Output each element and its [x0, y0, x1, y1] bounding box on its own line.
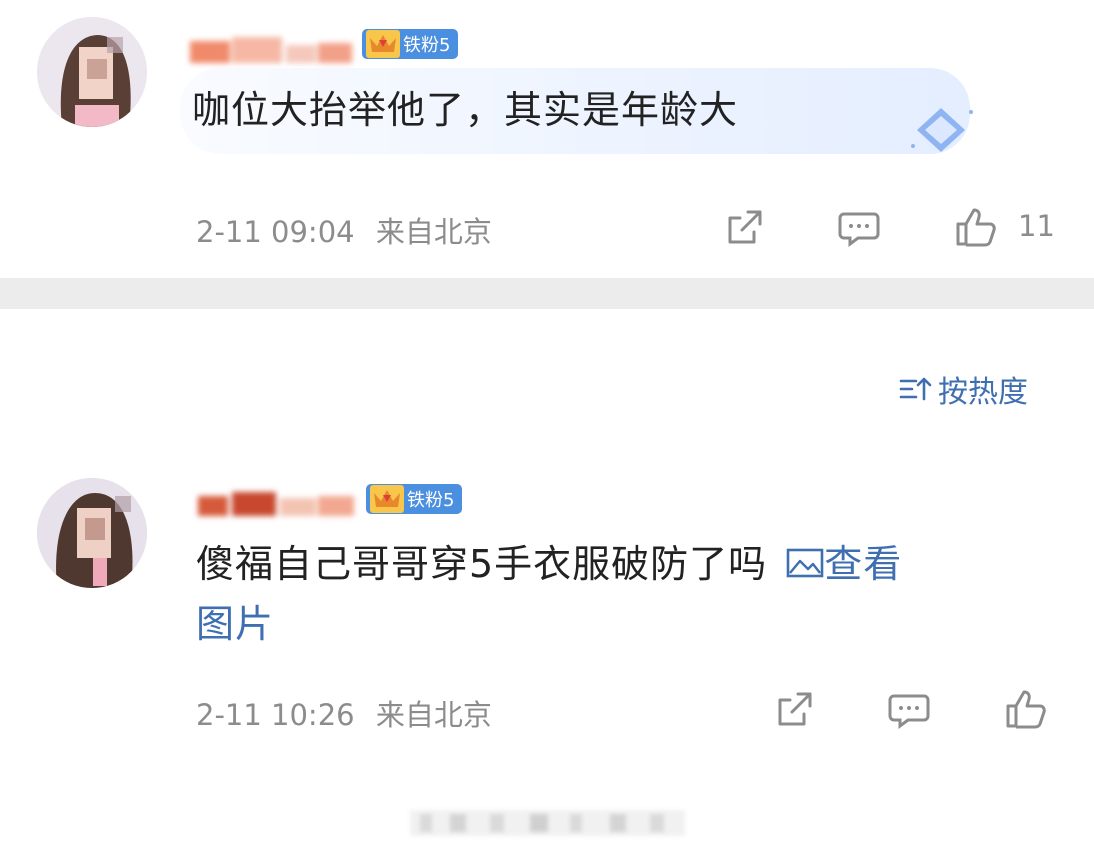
- comment-text: 傻福自己哥哥穿5手衣服破防了吗 查看 图片: [196, 534, 1066, 654]
- like-icon[interactable]: [1002, 686, 1048, 732]
- comment-icon[interactable]: [886, 686, 932, 732]
- view-image-link-cont[interactable]: 图片: [196, 602, 274, 646]
- comment-time: 2-11 09:04: [196, 215, 355, 249]
- view-image-link-label: 查看: [824, 542, 903, 586]
- redacted-name-shape: [198, 492, 354, 516]
- comment-meta: 2-11 09:04 来自北京: [196, 209, 492, 251]
- crown-icon: [366, 30, 400, 58]
- crown-icon: [370, 485, 404, 513]
- redacted-name-shape: [190, 37, 352, 63]
- comment-meta: 2-11 10:26 来自北京: [196, 692, 492, 734]
- watermark-shape: [410, 810, 685, 836]
- like-icon[interactable]: [952, 204, 998, 250]
- avatar-image: [37, 478, 147, 588]
- comment-location: 来自北京: [375, 215, 492, 249]
- view-image-link[interactable]: 查看: [786, 542, 902, 586]
- section-divider: [0, 278, 1094, 309]
- comment-location: 来自北京: [375, 698, 492, 732]
- share-icon[interactable]: [772, 686, 818, 732]
- comment-text: 咖位大抬举他了，其实是年龄大: [192, 88, 739, 132]
- badge-label: 铁粉5: [403, 35, 451, 56]
- sort-icon: [899, 377, 932, 401]
- watermark: [410, 806, 685, 840]
- fan-badge[interactable]: 铁粉5: [366, 484, 463, 514]
- badge-label: 铁粉5: [407, 490, 455, 511]
- avatar-image: [37, 17, 147, 127]
- username-redacted[interactable]: [198, 486, 358, 520]
- avatar[interactable]: [37, 17, 147, 127]
- sort-toggle[interactable]: 按热度: [898, 367, 1028, 411]
- share-icon[interactable]: [722, 204, 768, 250]
- username-redacted[interactable]: [190, 33, 355, 67]
- like-count: 11: [1018, 209, 1055, 243]
- comment-text-body: 傻福自己哥哥穿5手衣服破防了吗: [196, 542, 768, 586]
- image-icon: [786, 548, 824, 578]
- sort-label: 按热度: [938, 375, 1028, 410]
- diamond-sticker-icon: [905, 102, 977, 162]
- comment-time: 2-11 10:26: [196, 698, 355, 732]
- fan-badge[interactable]: 铁粉5: [362, 29, 459, 59]
- comment-icon[interactable]: [836, 204, 882, 250]
- avatar[interactable]: [37, 478, 147, 588]
